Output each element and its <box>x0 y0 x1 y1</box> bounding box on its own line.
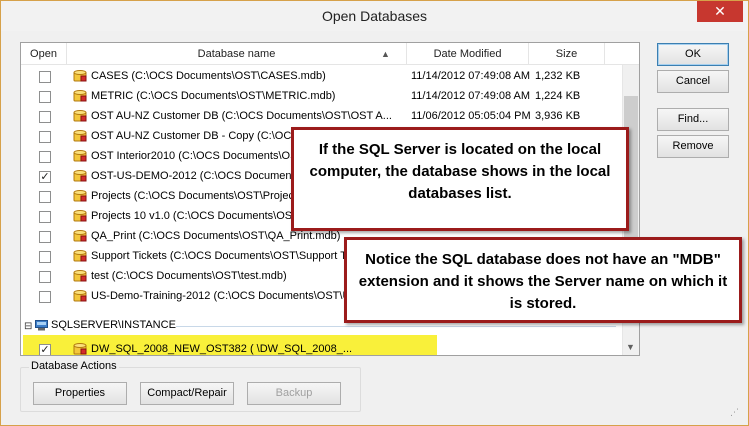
open-checkbox[interactable] <box>39 91 51 103</box>
date-modified-cell: 11/06/2012 05:05:04 PM <box>411 110 531 122</box>
collapse-icon[interactable]: ⊟ <box>24 321 32 332</box>
open-checkbox[interactable] <box>39 111 51 123</box>
callout-local-databases: If the SQL Server is located on the loca… <box>291 127 629 231</box>
properties-button[interactable]: Properties <box>33 382 127 405</box>
database-icon <box>73 270 87 282</box>
compact-repair-button[interactable]: Compact/Repair <box>140 382 234 405</box>
remove-button[interactable]: Remove <box>657 135 729 158</box>
title-bar: Open Databases ✕ <box>1 1 748 31</box>
size-cell: 3,936 KB <box>535 110 581 122</box>
column-size[interactable]: Size <box>529 43 605 65</box>
database-name-cell: METRIC (C:\OCS Documents\OST\METRIC.mdb) <box>91 90 336 102</box>
window-title: Open Databases <box>321 8 428 24</box>
open-checkbox[interactable] <box>39 151 51 163</box>
database-icon <box>73 230 87 242</box>
size-cell: 1,232 KB <box>535 70 581 82</box>
cancel-button[interactable]: Cancel <box>657 70 729 93</box>
column-database-name-label: Database name <box>197 48 276 60</box>
open-checkbox[interactable] <box>39 71 51 83</box>
open-checkbox[interactable] <box>39 251 51 263</box>
list-header: Open Database name ▲ Date Modified Size <box>21 43 639 65</box>
database-icon <box>73 190 87 202</box>
callout-sql-extension: Notice the SQL database does not have an… <box>344 237 742 323</box>
column-database-name[interactable]: Database name ▲ <box>67 43 407 65</box>
ok-button[interactable]: OK <box>657 43 729 66</box>
sql-server-group-title: SQLSERVER\INSTANCE <box>51 319 176 331</box>
open-checkbox[interactable] <box>39 131 51 143</box>
size-cell: 1,224 KB <box>535 90 581 102</box>
resize-grip-icon[interactable]: ⋰ <box>730 407 739 418</box>
sort-ascending-icon: ▲ <box>381 49 390 59</box>
column-open[interactable]: Open <box>21 43 67 65</box>
close-button[interactable]: ✕ <box>697 1 743 22</box>
database-icon <box>73 290 87 302</box>
database-icon <box>73 170 87 182</box>
database-icon <box>73 130 87 142</box>
table-row[interactable]: OST AU-NZ Customer DB (C:\OCS Documents\… <box>21 107 621 127</box>
sql-database-checkbox[interactable]: ✓ <box>39 344 51 355</box>
sql-database-name: DW_SQL_2008_NEW_OST382 ( \DW_SQL_2008_..… <box>91 343 353 355</box>
database-icon <box>73 210 87 222</box>
database-icon <box>73 150 87 162</box>
scroll-down-icon[interactable]: ▼ <box>626 342 635 352</box>
table-row[interactable]: METRIC (C:\OCS Documents\OST\METRIC.mdb)… <box>21 87 621 107</box>
database-name-cell: CASES (C:\OCS Documents\OST\CASES.mdb) <box>91 70 326 82</box>
open-databases-window: Open Databases ✕ Open Database name ▲ Da… <box>0 0 749 426</box>
open-checkbox[interactable] <box>39 291 51 303</box>
database-icon <box>73 90 87 102</box>
database-name-cell: OST AU-NZ Customer DB (C:\OCS Documents\… <box>91 110 392 122</box>
find-button[interactable]: Find... <box>657 108 729 131</box>
open-checkbox[interactable] <box>39 231 51 243</box>
server-icon <box>35 320 48 331</box>
database-icon <box>73 110 87 122</box>
database-icon <box>73 250 87 262</box>
column-date-modified[interactable]: Date Modified <box>407 43 529 65</box>
open-checkbox[interactable]: ✓ <box>39 171 51 183</box>
backup-button[interactable]: Backup <box>247 382 341 405</box>
sql-database-row[interactable]: ✓ DW_SQL_2008_NEW_OST382 ( \DW_SQL_2008_… <box>21 340 621 355</box>
database-actions-label: Database Actions <box>29 360 119 372</box>
open-checkbox[interactable] <box>39 211 51 223</box>
database-actions-group: Database Actions Properties Compact/Repa… <box>20 360 361 412</box>
database-icon <box>73 70 87 82</box>
group-divider <box>176 326 616 327</box>
date-modified-cell: 11/14/2012 07:49:08 AM <box>411 90 531 102</box>
open-checkbox[interactable] <box>39 191 51 203</box>
database-icon <box>73 343 87 355</box>
open-checkbox[interactable] <box>39 271 51 283</box>
table-row[interactable]: CASES (C:\OCS Documents\OST\CASES.mdb) 11… <box>21 67 621 87</box>
date-modified-cell: 11/14/2012 07:49:08 AM <box>411 70 531 82</box>
